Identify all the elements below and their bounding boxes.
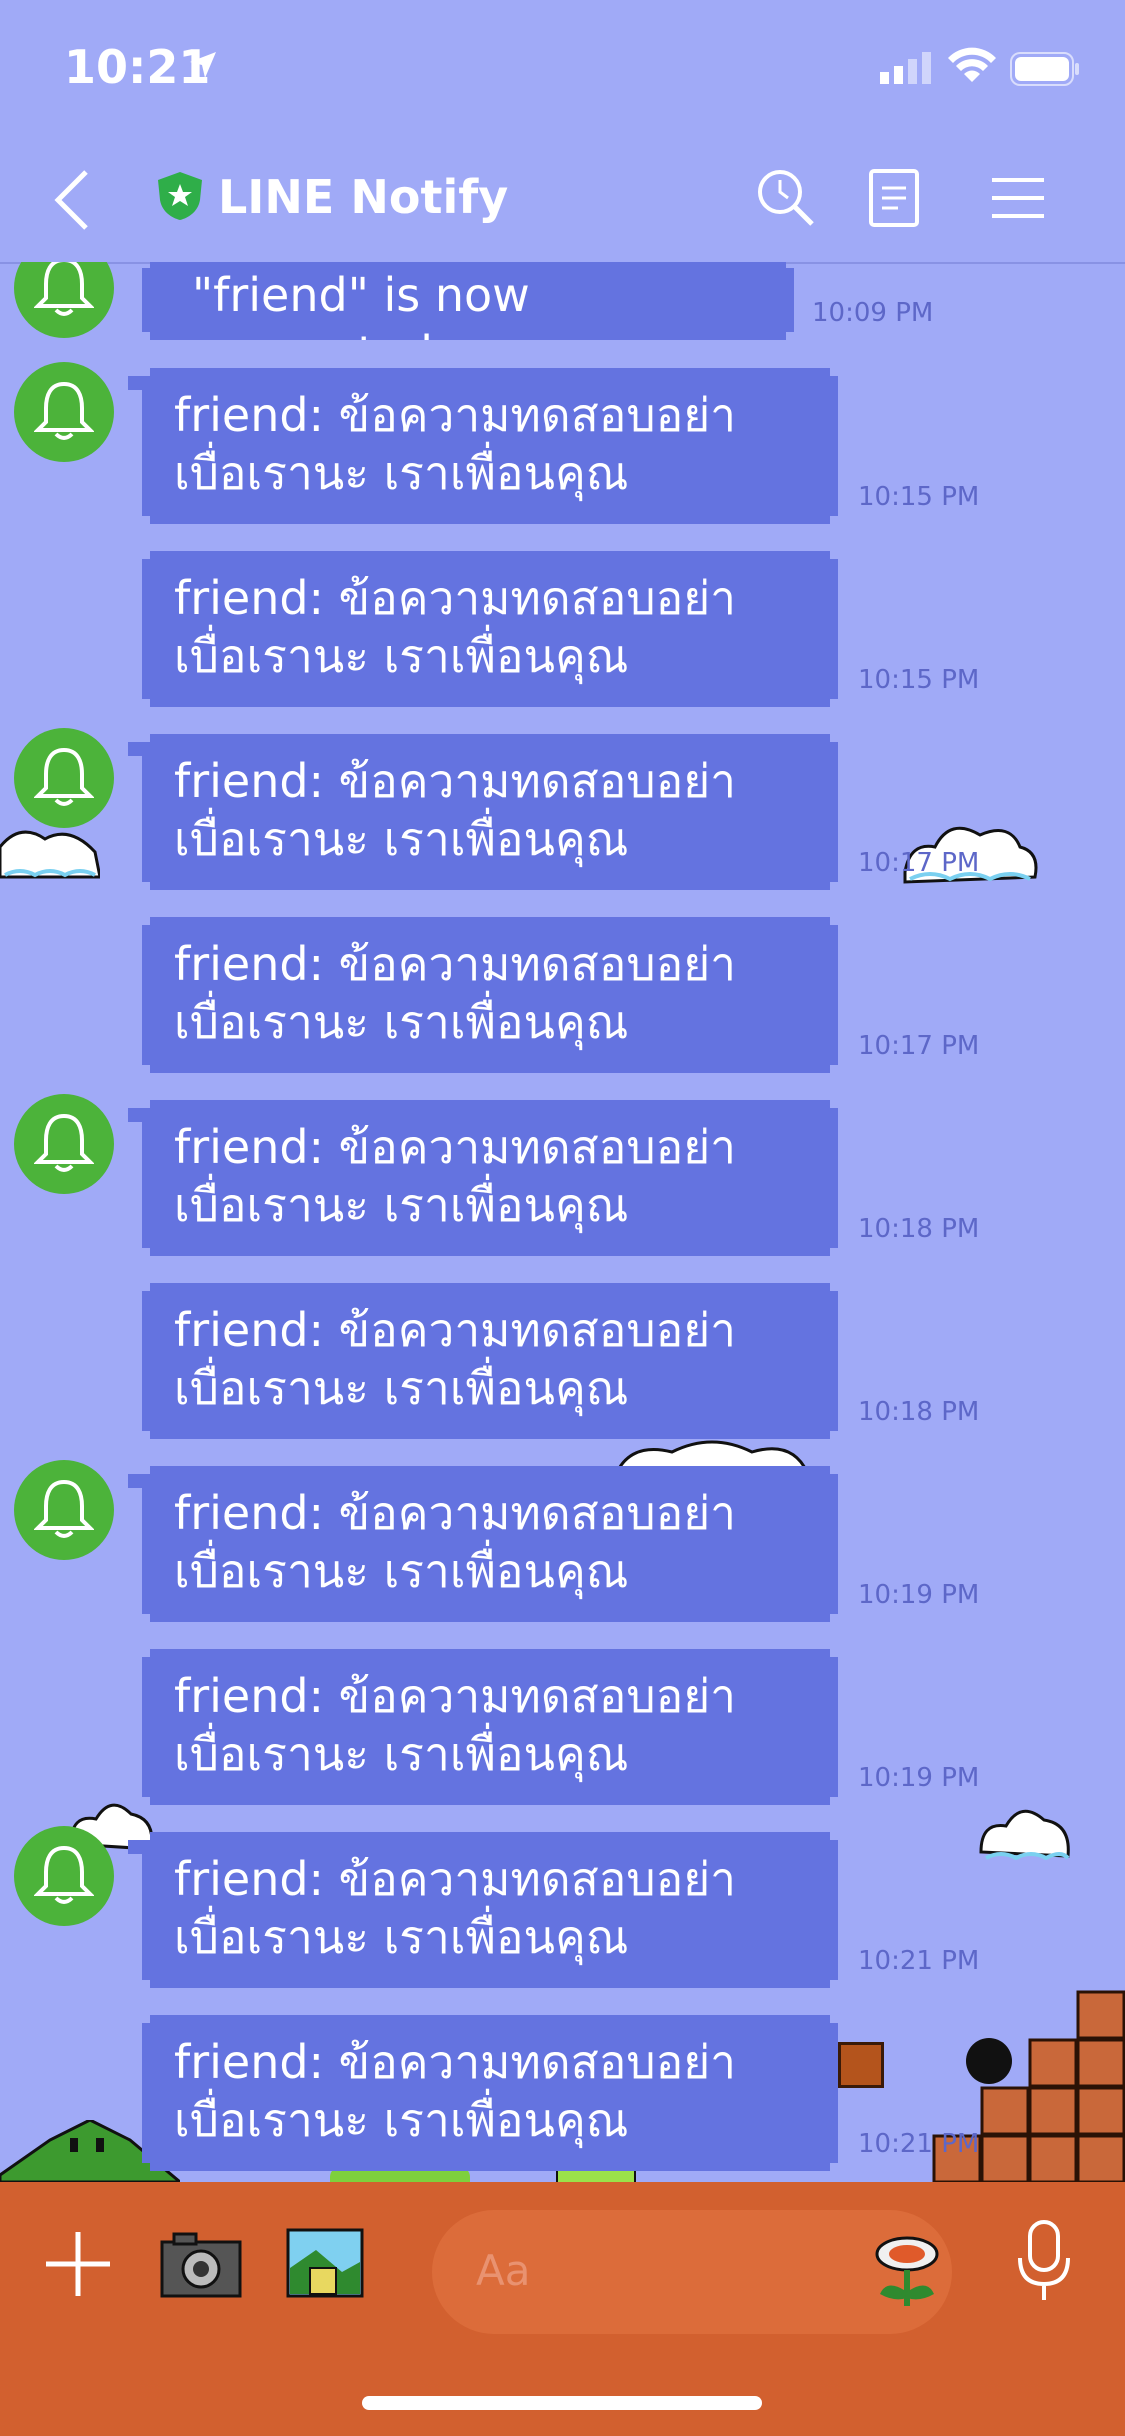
menu-icon[interactable] [990,168,1046,228]
battery-icon [1010,52,1079,86]
message-timestamp: 10:15 PM [858,482,980,512]
bot-avatar[interactable] [14,362,114,462]
message-timestamp: 10:21 PM [858,1946,980,1976]
bot-avatar[interactable] [14,1094,114,1194]
official-shield-icon [158,172,202,220]
bell-icon [34,1479,94,1538]
message-bubble[interactable]: friend: ข้อความทดสอบอย่าเบื่อเรานะ เราเพ… [142,1283,838,1439]
cloud-decoration [0,830,100,879]
message-bubble[interactable]: friend: ข้อความทดสอบอย่าเบื่อเรานะ เราเพ… [142,1649,838,1805]
message-bubble[interactable]: friend: ข้อความทดสอบอย่าเบื่อเรานะ เราเพ… [142,2015,838,2171]
message-timestamp: 10:18 PM [858,1214,980,1244]
message-bubble[interactable]: friend: ข้อความทดสอบอย่าเบื่อเรานะ เราเพ… [142,551,838,707]
microphone-icon[interactable] [1014,2218,1074,2302]
status-bar: 10:21 [0,0,1125,140]
message-timestamp: 10:21 PM [858,2129,980,2159]
message-timestamp: 10:15 PM [858,665,980,695]
bot-avatar[interactable] [14,262,114,338]
input-bar: Aa [0,2182,1125,2436]
chat-header: LINE Notify [0,140,1125,264]
wifi-icon [948,47,996,82]
message-bubble[interactable]: "friend" is now connected. [142,262,794,340]
brick-block-decoration [838,2042,884,2088]
sticker-flower-icon[interactable] [872,2234,942,2310]
gallery-icon[interactable] [286,2228,364,2300]
message-timestamp: 10:17 PM [858,1031,980,1061]
cellular-signal-icon [880,52,931,84]
message-timestamp: 10:19 PM [858,1763,980,1793]
bot-avatar[interactable] [14,728,114,828]
message-timestamp: 10:18 PM [858,1397,980,1427]
bell-icon [34,1113,94,1172]
bell-icon [34,262,94,316]
chat-area[interactable]: "friend" is now connected. 10:09 PM frie… [0,262,1125,2182]
message-bubble[interactable]: friend: ข้อความทดสอบอย่าเบื่อเรานะ เราเพ… [142,1832,838,1988]
message-bubble[interactable]: friend: ข้อความทดสอบอย่าเบื่อเรานะ เราเพ… [142,1100,838,1256]
message-bubble[interactable]: friend: ข้อความทดสอบอย่าเบื่อเรานะ เราเพ… [142,1466,838,1622]
bell-icon [34,1845,94,1904]
bot-avatar[interactable] [14,1826,114,1926]
message-bubble[interactable]: friend: ข้อความทดสอบอย่าเบื่อเรานะ เราเพ… [142,368,838,524]
bell-icon [34,381,94,440]
message-bubble[interactable]: friend: ข้อความทดสอบอย่าเบื่อเรานะ เราเพ… [142,917,838,1073]
back-chevron-icon[interactable] [52,168,92,232]
home-indicator[interactable] [362,2396,762,2410]
camera-icon[interactable] [160,2228,242,2300]
location-arrow-icon [190,52,216,78]
notes-icon[interactable] [868,168,920,228]
cloud-decoration [979,1809,1070,1861]
message-input-placeholder: Aa [476,2246,531,2295]
message-timestamp: 10:17 PM [858,848,980,878]
message-input[interactable]: Aa [432,2210,952,2334]
bot-avatar[interactable] [14,1460,114,1560]
message-bubble[interactable]: friend: ข้อความทดสอบอย่าเบื่อเรานะ เราเพ… [142,734,838,890]
bell-icon [34,747,94,806]
message-timestamp: 10:09 PM [812,298,934,328]
plus-icon[interactable] [42,2228,114,2300]
search-icon[interactable] [756,168,816,228]
chat-title: LINE Notify [218,170,509,224]
message-timestamp: 10:19 PM [858,1580,980,1610]
